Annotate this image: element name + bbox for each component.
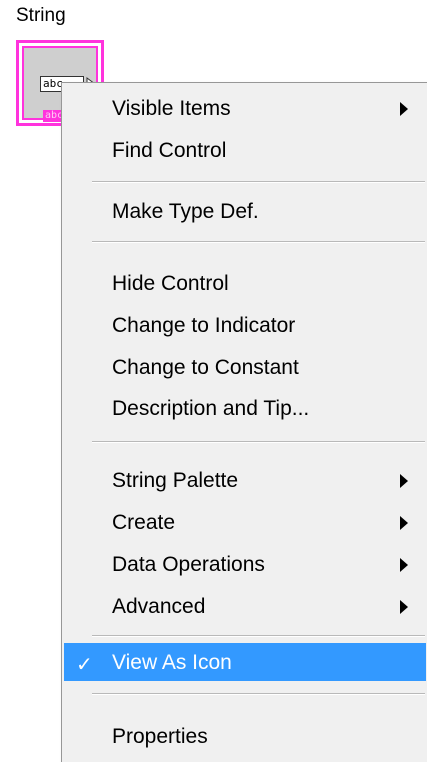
menu-item-label: Data Operations	[112, 553, 265, 576]
menu-item-hide-control[interactable]: Hide Control	[64, 264, 426, 302]
menu-item-label: Make Type Def.	[112, 200, 259, 223]
menu-item-properties[interactable]: Properties	[64, 717, 426, 755]
menu-separator	[92, 635, 425, 637]
menu-item-find-control[interactable]: Find Control	[64, 131, 426, 169]
menu-item-create[interactable]: Create	[64, 503, 426, 541]
menu-item-label: Change to Indicator	[112, 314, 296, 337]
menu-separator	[92, 441, 425, 443]
menu-item-label: View As Icon	[112, 651, 232, 674]
menu-item-view-as-icon[interactable]: ✓ View As Icon	[64, 643, 426, 681]
menu-item-label: String Palette	[112, 469, 239, 492]
menu-separator	[92, 693, 425, 695]
terminal-label: String	[16, 5, 66, 26]
menu-item-make-type-def[interactable]: Make Type Def.	[64, 192, 426, 230]
menu-item-data-operations[interactable]: Data Operations	[64, 545, 426, 583]
chevron-right-icon	[400, 474, 408, 488]
menu-item-label: Find Control	[112, 139, 227, 162]
chevron-right-icon	[400, 558, 408, 572]
checkmark-icon: ✓	[76, 652, 93, 676]
menu-item-description-and-tip[interactable]: Description and Tip...	[64, 389, 426, 427]
menu-item-change-to-indicator[interactable]: Change to Indicator	[64, 306, 426, 344]
menu-item-label: Visible Items	[112, 97, 231, 120]
menu-separator	[92, 241, 425, 243]
menu-item-label: Hide Control	[112, 272, 229, 295]
menu-item-label: Description and Tip...	[112, 397, 310, 420]
chevron-right-icon	[400, 516, 408, 530]
menu-separator	[92, 181, 425, 183]
menu-item-label: Change to Constant	[112, 356, 299, 379]
menu-item-change-to-constant[interactable]: Change to Constant	[64, 348, 426, 386]
menu-item-visible-items[interactable]: Visible Items	[64, 89, 426, 127]
menu-item-label: Create	[112, 511, 176, 534]
menu-item-label: Advanced	[112, 595, 206, 618]
menu-item-string-palette[interactable]: String Palette	[64, 461, 426, 499]
chevron-right-icon	[400, 600, 408, 614]
chevron-right-icon	[400, 102, 408, 116]
menu-item-label: Properties	[112, 725, 208, 748]
menu-item-advanced[interactable]: Advanced	[64, 587, 426, 625]
context-menu: Visible Items Find Control Make Type Def…	[61, 82, 427, 762]
